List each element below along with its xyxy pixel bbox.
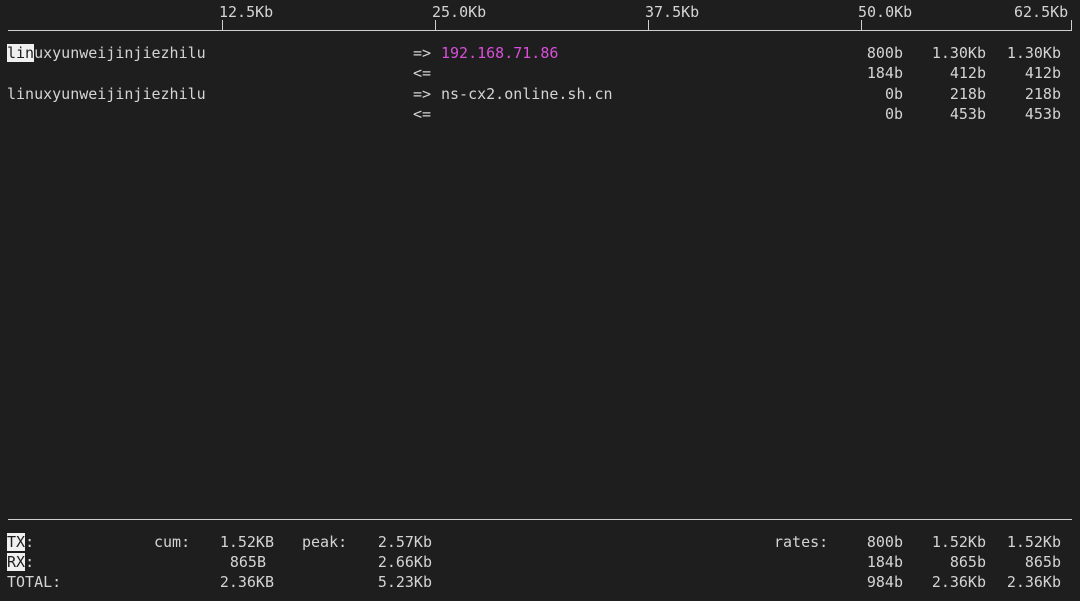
cum-label: cum: xyxy=(154,533,191,551)
rate-10s: 865b xyxy=(949,553,986,571)
tx-label: TX: xyxy=(7,533,35,551)
scale-tick-mark xyxy=(222,20,223,30)
totals-separator xyxy=(8,519,1072,520)
rate-2s: 184b xyxy=(866,553,903,571)
scale-tick-label: 50.0Kb xyxy=(858,3,913,21)
rate-2s: 800b xyxy=(866,44,903,62)
connection-host: linuxyunweijinjiezhilu xyxy=(7,44,206,62)
connection-host: linuxyunweijinjiezhilu xyxy=(7,85,206,103)
rx-label: RX: xyxy=(7,553,35,571)
connection-remote-host: ns-cx2.online.sh.cn xyxy=(441,85,613,103)
rate-10s: 453b xyxy=(949,105,986,123)
rate-40s: 1.52Kb xyxy=(1006,533,1061,551)
tx-direction-arrow: => xyxy=(413,44,432,62)
rate-40s: 865b xyxy=(1024,553,1061,571)
rate-2s: 984b xyxy=(866,573,903,591)
scale-tick-label: 62.5Kb xyxy=(1014,3,1069,21)
rate-40s: 1.30Kb xyxy=(1006,44,1061,62)
rate-2s: 184b xyxy=(866,64,903,82)
rx-peak-value: 2.66Kb xyxy=(377,553,432,571)
tx-direction-arrow: => xyxy=(413,85,432,103)
scale-tick-label: 25.0Kb xyxy=(432,3,487,21)
tx-peak-value: 2.57Kb xyxy=(377,533,432,551)
rates-label: rates: xyxy=(774,533,829,551)
rate-40s: 218b xyxy=(1024,85,1061,103)
rx-cum-value: 865B xyxy=(229,553,266,571)
rx-direction-arrow: <= xyxy=(413,64,432,82)
tx-cum-value: 1.52KB xyxy=(219,533,274,551)
scale-tick-mark xyxy=(435,20,436,30)
total-cum-value: 2.36KB xyxy=(219,573,274,591)
total-label: TOTAL: xyxy=(7,573,62,591)
connection-remote-host: 192.168.71.86 xyxy=(441,44,559,62)
rx-direction-arrow: <= xyxy=(413,105,432,123)
scale-axis-line xyxy=(8,30,1072,31)
rate-2s: 800b xyxy=(866,533,903,551)
rate-10s: 218b xyxy=(949,85,986,103)
scale-tick-label: 12.5Kb xyxy=(219,3,274,21)
total-peak-value: 5.23Kb xyxy=(377,573,432,591)
scale-tick-mark xyxy=(1071,20,1072,30)
scale-tick-mark xyxy=(861,20,862,30)
rate-10s: 2.36Kb xyxy=(931,573,986,591)
peak-label: peak: xyxy=(302,533,348,551)
rate-10s: 412b xyxy=(949,64,986,82)
scale-tick-mark xyxy=(648,20,649,30)
rate-2s: 0b xyxy=(884,105,903,123)
rate-40s: 453b xyxy=(1024,105,1061,123)
rate-2s: 0b xyxy=(884,85,903,103)
rate-10s: 1.30Kb xyxy=(931,44,986,62)
cursor-highlight: lin xyxy=(7,44,35,62)
scale-tick-label: 37.5Kb xyxy=(645,3,700,21)
rate-40s: 2.36Kb xyxy=(1006,573,1061,591)
rate-10s: 1.52Kb xyxy=(931,533,986,551)
rate-40s: 412b xyxy=(1024,64,1061,82)
